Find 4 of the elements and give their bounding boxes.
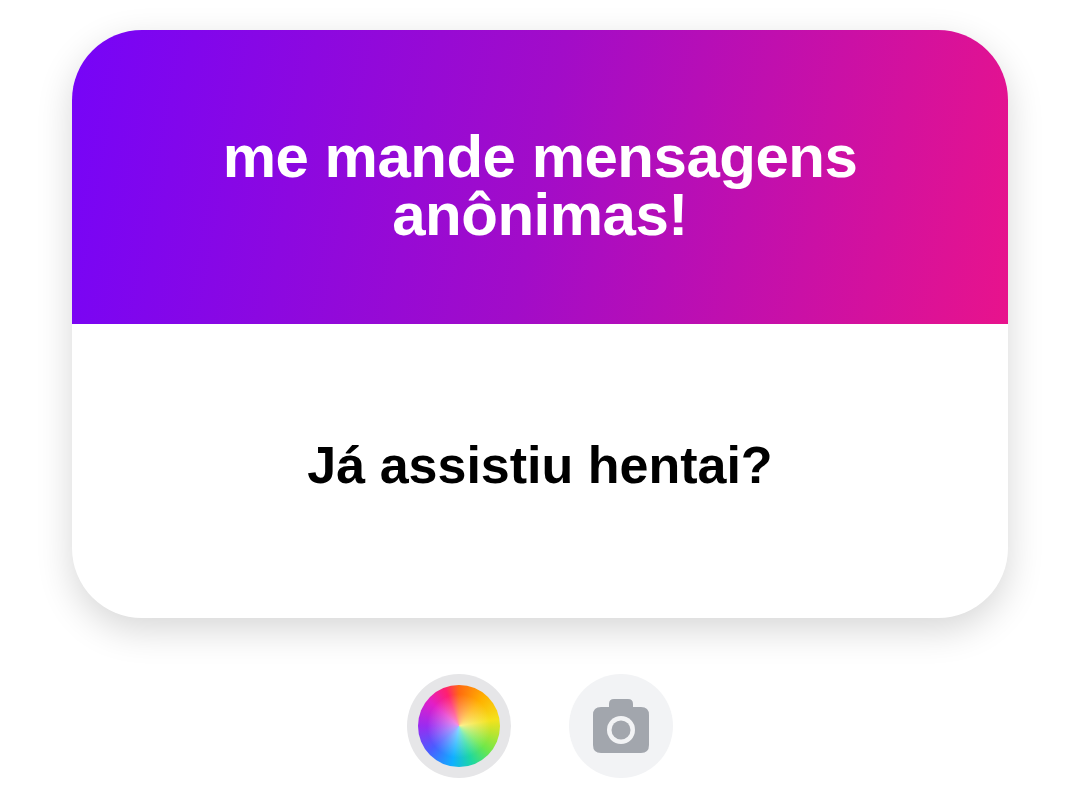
color-wheel-icon bbox=[418, 685, 500, 767]
camera-icon bbox=[593, 699, 649, 753]
question-text: Já assistiu hentai? bbox=[307, 435, 773, 496]
card-title: me mande mensagens anônimas! bbox=[221, 122, 859, 244]
